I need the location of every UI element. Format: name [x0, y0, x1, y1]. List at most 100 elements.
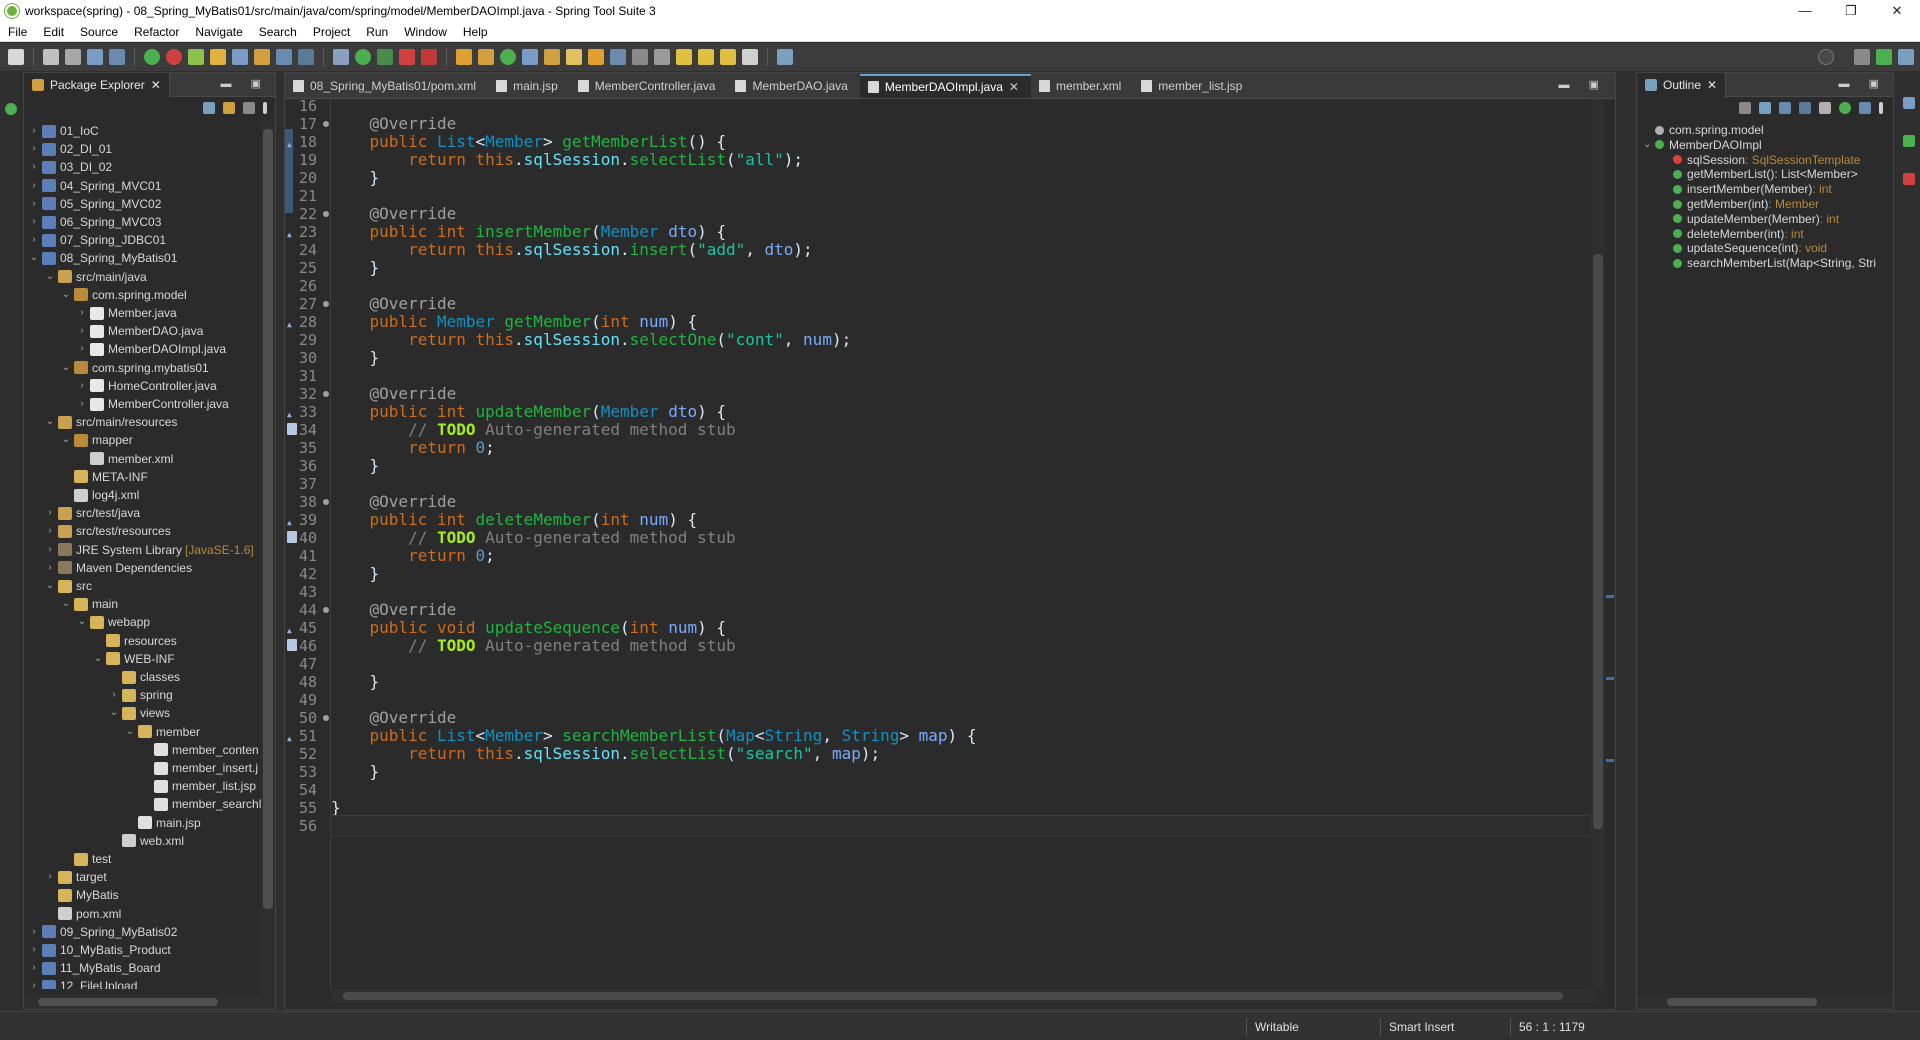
next-annotation-icon[interactable] [632, 49, 648, 65]
tree-item[interactable]: MyBatis [44, 886, 119, 904]
tree-item[interactable]: › src/test/resources [44, 522, 170, 540]
editor-tab[interactable]: main.jsp [488, 74, 570, 98]
outline-item[interactable]: searchMemberList(Map<String, Stri [1661, 254, 1876, 272]
chevron-right-icon[interactable]: › [76, 322, 88, 340]
chevron-down-icon[interactable]: ⌄ [28, 249, 40, 267]
close-icon[interactable]: ✕ [151, 78, 161, 92]
restore-icon[interactable] [5, 103, 17, 115]
open-folder-icon[interactable] [544, 49, 560, 65]
tree-item[interactable]: › src/test/java [44, 504, 140, 522]
chevron-right-icon[interactable]: › [28, 941, 40, 959]
tree-item[interactable]: ⌄ WEB-INF [92, 650, 175, 668]
previous-annotation-icon[interactable] [654, 49, 670, 65]
chevron-right-icon[interactable]: › [28, 177, 40, 195]
toggle-mark-icon[interactable] [232, 49, 248, 65]
view-minimize-maximize-icons[interactable]: ▬ ▣ [1839, 77, 1887, 90]
open-resource-icon[interactable] [588, 49, 604, 65]
terminal-icon[interactable] [109, 49, 125, 65]
tree-item[interactable]: member_conten [140, 741, 259, 759]
tree-item[interactable]: › target [44, 868, 106, 886]
code-area[interactable]: @Override public List<Member> getMemberL… [331, 99, 1595, 989]
chevron-down-icon[interactable]: ⌄ [44, 268, 56, 286]
tree-item[interactable]: › 01_IoC [28, 122, 98, 140]
tree-item[interactable]: ⌄ webapp [76, 613, 150, 631]
fold-marker-icon[interactable] [323, 121, 329, 127]
menu-help[interactable]: Help [455, 25, 496, 39]
save-icon[interactable] [43, 49, 59, 65]
tree-item[interactable]: › Member.java [76, 304, 176, 322]
scroll-thumb[interactable] [1667, 998, 1817, 1006]
chevron-down-icon[interactable]: ⌄ [108, 704, 120, 722]
outline-horizontal-scrollbar[interactable] [1637, 995, 1893, 1009]
menu-project[interactable]: Project [305, 25, 358, 39]
tree-item[interactable]: › 03_DI_02 [28, 158, 112, 176]
forward-icon[interactable] [720, 49, 736, 65]
task-marker-icon[interactable] [287, 639, 297, 651]
chevron-down-icon[interactable]: ⌄ [1643, 136, 1655, 154]
chevron-down-icon[interactable]: ⌄ [92, 650, 104, 668]
hide-local-types-icon[interactable] [1859, 102, 1871, 114]
close-icon[interactable]: ✕ [1707, 78, 1717, 92]
tree-item[interactable]: ⌄ src [44, 577, 92, 595]
open-perspective-icon[interactable] [1854, 49, 1870, 65]
hide-static-icon[interactable] [1819, 102, 1831, 114]
tree-item[interactable]: › Maven Dependencies [44, 559, 192, 577]
tree-item[interactable]: member_searchl [140, 795, 261, 813]
tree-item[interactable]: › 02_DI_01 [28, 140, 112, 158]
chevron-right-icon[interactable]: › [44, 868, 56, 886]
maximize-button[interactable]: ❐ [1828, 0, 1874, 22]
chevron-right-icon[interactable]: › [108, 686, 120, 704]
fold-marker-icon[interactable] [323, 391, 329, 397]
hide-fields-icon[interactable] [1799, 102, 1811, 114]
collapse-all-icon[interactable] [203, 102, 215, 114]
chevron-down-icon[interactable]: ⌄ [44, 577, 56, 595]
chevron-right-icon[interactable]: › [76, 304, 88, 322]
chevron-down-icon[interactable]: ⌄ [60, 286, 72, 304]
task-marker-icon[interactable] [287, 423, 297, 435]
tree-item[interactable]: › 05_Spring_MVC02 [28, 195, 161, 213]
fold-marker-icon[interactable] [323, 211, 329, 217]
quick-access-search-icon[interactable] [1818, 49, 1834, 65]
chevron-down-icon[interactable]: ⌄ [76, 613, 88, 631]
tree-item[interactable]: ⌄ views [108, 704, 170, 722]
task-marker[interactable] [1606, 677, 1614, 680]
code-line[interactable] [331, 815, 1595, 837]
chevron-down-icon[interactable]: ⌄ [60, 595, 72, 613]
tree-item[interactable]: ⌄ main [60, 595, 118, 613]
chevron-down-icon[interactable]: ⌄ [124, 723, 136, 741]
minimize-button[interactable]: — [1782, 0, 1828, 22]
tree-item[interactable]: member.xml [76, 450, 173, 468]
package-horizontal-scrollbar[interactable] [24, 995, 275, 1009]
chevron-right-icon[interactable]: › [28, 923, 40, 941]
stop-icon[interactable] [166, 49, 182, 65]
tree-item[interactable]: test [60, 850, 111, 868]
tree-item[interactable]: › MemberDAO.java [76, 322, 203, 340]
menu-edit[interactable]: Edit [35, 25, 72, 39]
perspective-icon[interactable] [777, 49, 793, 65]
forward-arrow-icon[interactable] [742, 49, 758, 65]
new-icon[interactable] [8, 49, 24, 65]
new-java-project-icon[interactable] [456, 49, 472, 65]
chevron-right-icon[interactable]: › [28, 231, 40, 249]
tree-item[interactable]: › 04_Spring_MVC01 [28, 177, 161, 195]
new-package-icon[interactable] [478, 49, 494, 65]
spring-explorer-icon[interactable] [1903, 135, 1915, 147]
fold-marker-icon[interactable] [323, 715, 329, 721]
coverage-icon[interactable] [377, 49, 393, 65]
run-icon[interactable] [355, 49, 371, 65]
tree-item[interactable]: ⌄ com.spring.mybatis01 [60, 359, 209, 377]
tree-item[interactable]: ⌄ src/main/java [44, 268, 147, 286]
chevron-right-icon[interactable]: › [28, 959, 40, 977]
tree-item[interactable]: main.jsp [124, 814, 201, 832]
fold-marker-icon[interactable] [323, 607, 329, 613]
focus-icon[interactable] [1739, 102, 1751, 114]
view-minimize-maximize-icons[interactable]: ▬ ▣ [221, 77, 269, 90]
sort-icon[interactable] [1779, 102, 1791, 114]
editor-tab[interactable]: MemberDAO.java [727, 74, 859, 98]
tree-item[interactable]: ⌄ member [124, 723, 200, 741]
block-selection-icon[interactable] [276, 49, 292, 65]
tree-item[interactable]: web.xml [108, 832, 184, 850]
collapse-all-icon[interactable] [1759, 102, 1771, 114]
java-perspective-icon[interactable] [1898, 49, 1914, 65]
chevron-right-icon[interactable]: › [76, 340, 88, 358]
